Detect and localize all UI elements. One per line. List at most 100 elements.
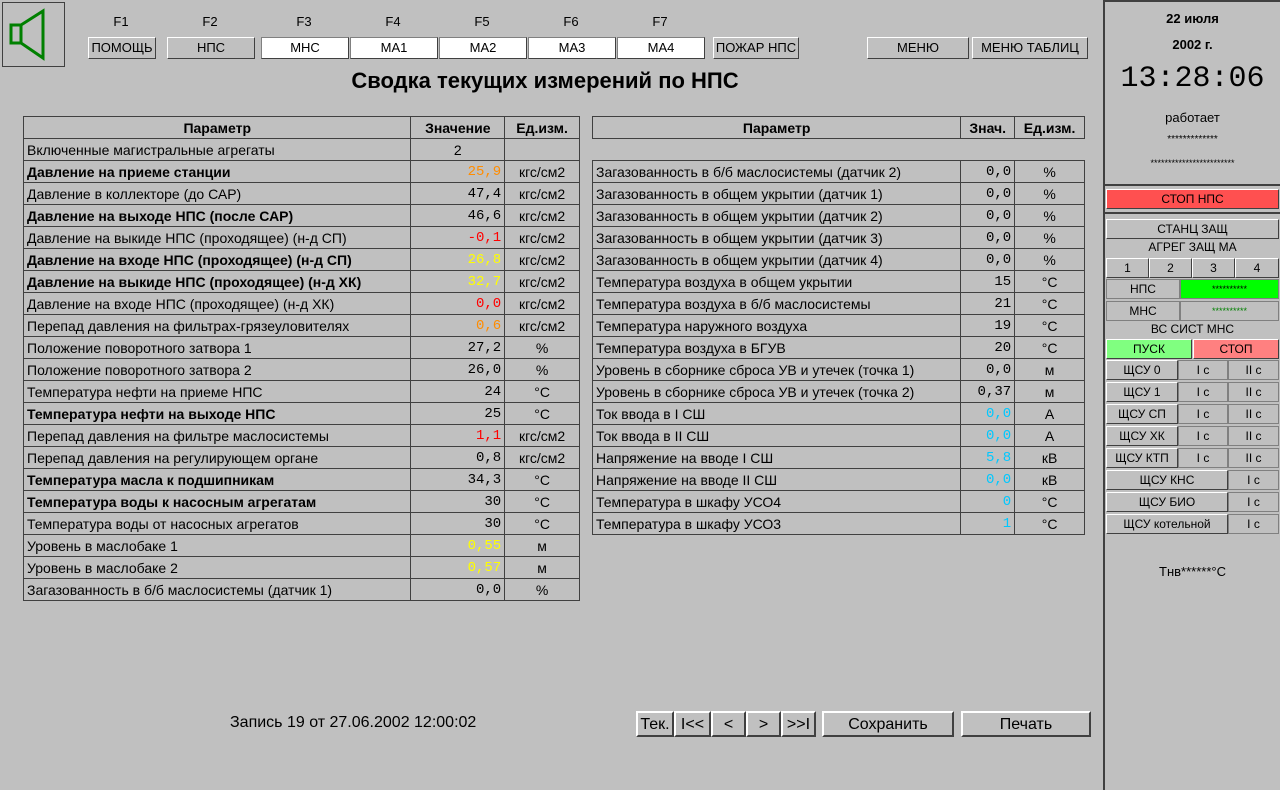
stop-button[interactable]: СТОП (1193, 339, 1279, 359)
shchu-button[interactable]: ЩСУ 0 (1106, 360, 1178, 380)
shchu-button[interactable]: ЩСУ СП (1106, 404, 1178, 424)
mns-button[interactable]: МНС (261, 37, 349, 59)
column-header-param: Параметр (22, 116, 412, 139)
param-cell: Загазованность в б/б маслосистемы (датчи… (22, 578, 412, 601)
value-cell: -0,1 (410, 226, 506, 249)
section-1-cell: I с (1178, 404, 1228, 424)
prev-button[interactable]: < (711, 711, 746, 737)
unit-cell: °С (1014, 314, 1085, 337)
agreg-3-button[interactable]: 3 (1192, 258, 1235, 278)
print-button[interactable]: Печать (961, 711, 1091, 737)
param-cell: Ток ввода в I СШ (591, 402, 962, 425)
agreg-4-button[interactable]: 4 (1235, 258, 1279, 278)
ma1-button[interactable]: МА1 (350, 37, 438, 59)
stop-nps-button[interactable]: СТОП НПС (1106, 189, 1279, 209)
value-cell: 2 (410, 138, 506, 161)
speaker-icon[interactable] (2, 2, 65, 67)
menu-button[interactable]: МЕНЮ (867, 37, 969, 59)
current-button[interactable]: Тек. (636, 711, 674, 737)
date-day: 22 июля (1166, 11, 1219, 26)
help-button[interactable]: ПОМОЩЬ (88, 37, 156, 59)
unit-cell: кгс/см2 (504, 270, 580, 293)
section-1-cell: I с (1178, 382, 1228, 402)
shchu-button[interactable]: ЩСУ котельной (1106, 514, 1228, 534)
unit-cell: % (1014, 204, 1085, 227)
save-button[interactable]: Сохранить (822, 711, 954, 737)
value-cell: 21 (960, 292, 1016, 315)
last-button[interactable]: >>I (781, 711, 816, 737)
unit-cell: м (1014, 358, 1085, 381)
unit-cell: % (1014, 248, 1085, 271)
table-row: Положение поворотного затвора 1 27,2% (22, 336, 580, 359)
table-row: Загазованность в общем укрытии (датчик 3… (591, 226, 1085, 249)
shchu-button[interactable]: ЩСУ КТП (1106, 448, 1178, 468)
unit-cell: °С (504, 468, 580, 491)
param-cell: Давление на выкиде НПС (проходящее) (н-д… (22, 226, 412, 249)
menu-tables-button[interactable]: МЕНЮ ТАБЛИЦ (972, 37, 1088, 59)
param-cell: Давление в коллекторе (до САР) (22, 182, 412, 205)
table-row: Температура масла к подшипникам 34,3 °С (22, 468, 580, 491)
value-cell: 19 (960, 314, 1016, 337)
station-protection-button[interactable]: СТАНЦ ЗАЩ (1106, 219, 1279, 239)
table-row: Температура воды от насосных агрегатов 30… (22, 512, 580, 535)
param-cell: Температура нефти на приеме НПС (22, 380, 412, 403)
param-cell: Загазованность в общем укрытии (датчик 2… (591, 204, 962, 227)
agreg-2-button[interactable]: 2 (1149, 258, 1192, 278)
value-cell: 0,0 (960, 402, 1016, 425)
shchu-button[interactable]: ЩСУ БИО (1106, 492, 1228, 512)
value-cell: 24 (410, 380, 506, 403)
fire-nps-button[interactable]: ПОЖАР НПС (713, 37, 799, 59)
shchu-button[interactable]: ЩСУ ХК (1106, 426, 1178, 446)
value-cell: 47,4 (410, 182, 506, 205)
unit-cell: % (504, 578, 580, 601)
main-panel: F1 F2 F3 F4 F5 F6 F7 ПОМОЩЬ НПС МНС МА1 … (0, 0, 1103, 790)
param-cell: Уровень в сборнике сброса УВ и утечек (т… (591, 358, 962, 381)
agreg-1-button[interactable]: 1 (1106, 258, 1149, 278)
unit-cell: кВ (1014, 446, 1085, 469)
divider (1105, 184, 1280, 186)
table-row: Напряжение на вводе II СШ 0,0 кВ (591, 468, 1085, 491)
mns-status-value: ********** (1180, 301, 1279, 321)
table-row: Перепад давления на регулирующем органе 0… (22, 446, 580, 469)
param-cell: Напряжение на вводе II СШ (591, 468, 962, 491)
unit-cell: °С (1014, 270, 1085, 293)
nps-button[interactable]: НПС (167, 37, 255, 59)
value-cell: 0,37 (960, 380, 1016, 403)
unit-cell: кгс/см2 (504, 292, 580, 315)
fkey-label-f1: F1 (113, 14, 129, 29)
shchu-button[interactable]: ЩСУ КНС (1106, 470, 1228, 490)
table-row: Давление на приеме станции 25,9 кгс/см2 (22, 160, 580, 183)
next-button[interactable]: > (746, 711, 781, 737)
first-button[interactable]: I<< (674, 711, 711, 737)
shchu-button[interactable]: ЩСУ 1 (1106, 382, 1178, 402)
value-cell: 0,6 (410, 314, 506, 337)
section-1-cell: I с (1178, 360, 1228, 380)
value-cell: 27,2 (410, 336, 506, 359)
ma2-button[interactable]: МА2 (439, 37, 527, 59)
table-row: Загазованность в общем укрытии (датчик 1… (591, 182, 1085, 205)
unit-cell: °С (504, 380, 580, 403)
unit-cell: кгс/см2 (504, 424, 580, 447)
value-cell: 20 (960, 336, 1016, 359)
value-cell: 0 (960, 490, 1016, 513)
param-cell: Перепад давления на регулирующем органе (22, 446, 412, 469)
value-cell: 0,0 (960, 160, 1016, 183)
param-cell: Перепад давления на фильтрах-грязеуловит… (22, 314, 412, 337)
vs-system-label: ВС СИСТ МНС (1150, 322, 1235, 336)
param-cell: Давление на выкиде НПС (проходящее) (н-д… (22, 270, 412, 293)
ma4-button[interactable]: МА4 (617, 37, 705, 59)
table-row: Уровень в маслобаке 1 0,55 м (22, 534, 580, 557)
param-cell: Перепад давления на фильтре маслосистемы (22, 424, 412, 447)
table-row: Давление на выходе НПС (после САР) 46,6 кг… (22, 204, 580, 227)
value-cell: 0,55 (410, 534, 506, 557)
unit-cell: °С (1014, 292, 1085, 315)
ma3-button[interactable]: МА3 (528, 37, 616, 59)
table-row: Температура в шкафу УСО3 1 °С (591, 512, 1085, 535)
param-cell: Температура воздуха в общем укрытии (591, 270, 962, 293)
fkey-label-f3: F3 (296, 14, 312, 29)
section-2-cell: II с (1228, 426, 1279, 446)
value-cell: 0,0 (960, 248, 1016, 271)
status-stars-2: ************************ (1150, 158, 1235, 168)
table-row: Ток ввода в I СШ 0,0 А (591, 402, 1085, 425)
start-button[interactable]: ПУСК (1106, 339, 1192, 359)
